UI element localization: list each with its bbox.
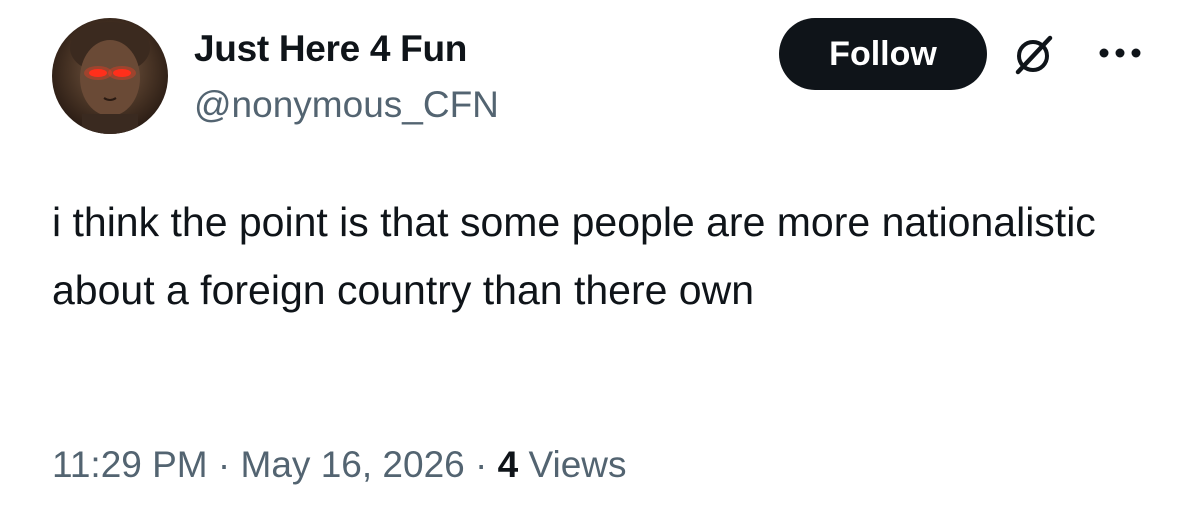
follow-button[interactable]: Follow [779,18,987,90]
avatar-image [70,22,150,134]
meta-separator: · [217,444,231,485]
tweet-time[interactable]: 11:29 PM [52,444,208,485]
more-icon[interactable] [1094,38,1146,68]
author-avatar[interactable] [52,18,168,134]
grok-icon[interactable] [1008,30,1058,80]
tweet-meta: 11:29 PM · May 16, 2026 · 4 Views [52,444,627,486]
tweet-card: Just Here 4 Fun @nonymous_CFN Follow i t… [0,0,1199,519]
tweet-text: i think the point is that some people ar… [52,199,1096,313]
meta-separator: · [475,444,488,485]
tweet-date[interactable]: May 16, 2026 [241,444,465,485]
views-label[interactable]: Views [528,444,626,485]
author-handle[interactable]: @nonymous_CFN [194,84,499,126]
views-count[interactable]: 4 [498,444,519,485]
author-display-name[interactable]: Just Here 4 Fun [194,28,467,70]
